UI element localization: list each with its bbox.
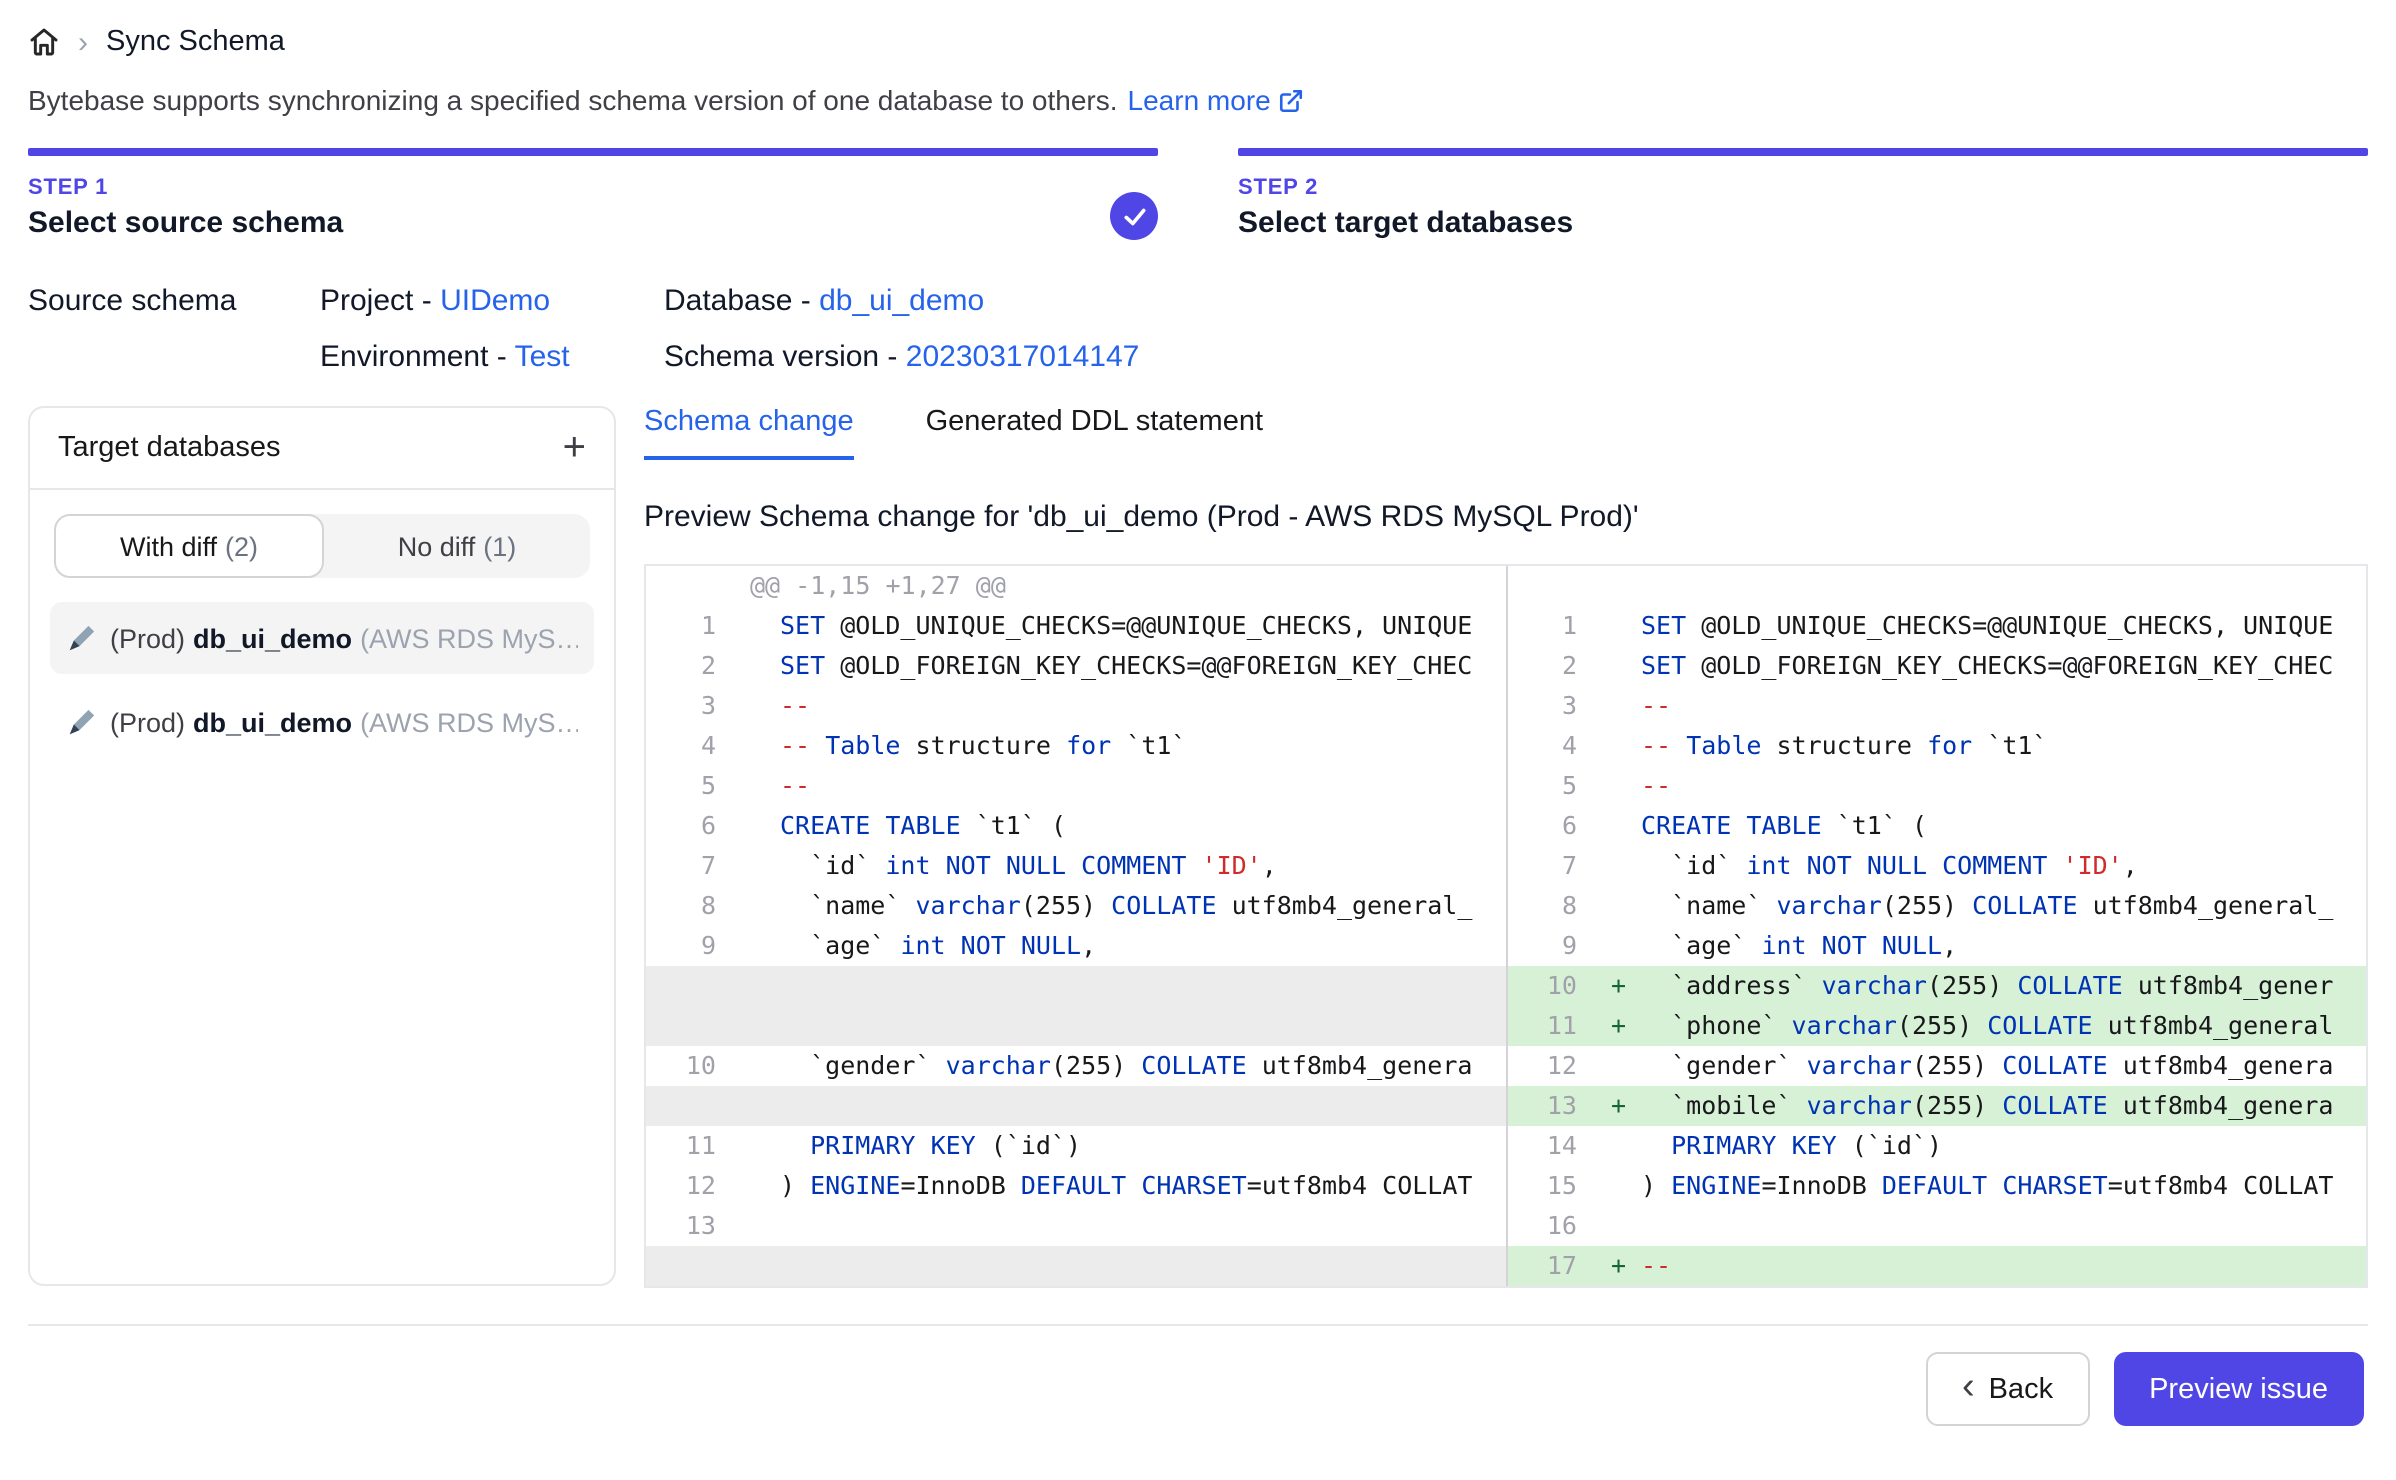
- app-window: › Sync Schema Bytebase supports synchron…: [0, 0, 2396, 1480]
- step-2: STEP 2 Select target databases: [1238, 148, 2368, 240]
- tab-schema-change[interactable]: Schema change: [644, 406, 854, 460]
- preview-tabs: Schema change Generated DDL statement: [644, 406, 2368, 460]
- target-db-item-1[interactable]: (Prod) db_ui_demo (AWS RDS MyS…: [50, 602, 594, 674]
- diff-row: 10+ `address` varchar(255) COLLATE utf8m…: [646, 966, 2366, 1006]
- step-2-label: STEP 2: [1238, 176, 2368, 200]
- db-detail: (AWS RDS MyS…: [360, 623, 578, 653]
- environment-link[interactable]: Test: [515, 340, 570, 374]
- diff-row: 5--5--: [646, 766, 2366, 806]
- database-engine-icon: [66, 623, 96, 653]
- breadcrumb: › Sync Schema: [28, 20, 2368, 64]
- diff-row: 1SET @OLD_UNIQUE_CHECKS=@@UNIQUE_CHECKS,…: [646, 606, 2366, 646]
- diff-row: @@ -1,15 +1,27 @@: [646, 566, 2366, 606]
- schema-version-field: Schema version - 20230317014147: [664, 340, 2368, 374]
- diff-row: 6CREATE TABLE `t1` (6CREATE TABLE `t1` (: [646, 806, 2366, 846]
- footer-actions: ‹ Back Preview issue: [28, 1326, 2368, 1426]
- diff-row: 10 `gender` varchar(255) COLLATE utf8mb4…: [646, 1046, 2366, 1086]
- project-link[interactable]: UIDemo: [440, 284, 550, 318]
- db-env: (Prod): [110, 707, 185, 737]
- database-engine-icon: [66, 707, 96, 737]
- source-schema-summary: Source schema Project - UIDemo Database …: [28, 284, 2368, 374]
- db-name: db_ui_demo: [193, 623, 352, 653]
- diff-row: 12) ENGINE=InnoDB DEFAULT CHARSET=utf8mb…: [646, 1166, 2366, 1206]
- project-field: Project - UIDemo: [320, 284, 664, 318]
- target-db-list: (Prod) db_ui_demo (AWS RDS MyS… (Prod) d…: [30, 594, 614, 766]
- database-link[interactable]: db_ui_demo: [819, 284, 984, 318]
- diff-row: 8 `name` varchar(255) COLLATE utf8mb4_ge…: [646, 886, 2366, 926]
- diff-row: 7 `id` int NOT NULL COMMENT 'ID',7 `id` …: [646, 846, 2366, 886]
- step-2-title: Select target databases: [1238, 206, 2368, 240]
- tab-no-diff[interactable]: No diff (1): [324, 514, 590, 578]
- diff-row: 13+ `mobile` varchar(255) COLLATE utf8mb…: [646, 1086, 2366, 1126]
- preview-issue-button[interactable]: Preview issue: [2113, 1352, 2364, 1426]
- diff-row: 11 PRIMARY KEY (`id`)14 PRIMARY KEY (`id…: [646, 1126, 2366, 1166]
- step-2-progress-bar: [1238, 148, 2368, 156]
- preview-section: Schema change Generated DDL statement Pr…: [644, 406, 2368, 1288]
- diff-row: 4-- Table structure for `t1`4-- Table st…: [646, 726, 2366, 766]
- intro-description: Bytebase supports synchronizing a specif…: [28, 84, 1118, 116]
- step-1-completed-check-icon: [1110, 192, 1158, 240]
- page-title: Sync Schema: [106, 26, 285, 58]
- chevron-right-icon: ›: [78, 27, 88, 57]
- stepper: STEP 1 Select source schema STEP 2 Selec…: [28, 148, 2368, 240]
- tab-generated-ddl[interactable]: Generated DDL statement: [926, 406, 1263, 460]
- target-databases-panel: Target databases + With diff (2) No diff…: [28, 406, 616, 1286]
- external-link-icon: [1279, 87, 1305, 113]
- back-button[interactable]: ‹ Back: [1926, 1352, 2089, 1426]
- diff-row: 1316: [646, 1206, 2366, 1246]
- diff-row: 11+ `phone` varchar(255) COLLATE utf8mb4…: [646, 1006, 2366, 1046]
- target-databases-title: Target databases: [58, 432, 281, 464]
- home-icon[interactable]: [28, 26, 60, 58]
- add-target-database-button[interactable]: +: [563, 428, 586, 468]
- schema-version-link[interactable]: 20230317014147: [906, 340, 1140, 374]
- intro-text: Bytebase supports synchronizing a specif…: [28, 84, 2368, 116]
- diff-row: 17+--: [646, 1246, 2366, 1286]
- source-schema-label-spacer: [28, 340, 320, 374]
- step-1-title: Select source schema: [28, 206, 1158, 240]
- db-detail: (AWS RDS MyS…: [360, 707, 578, 737]
- environment-field: Environment - Test: [320, 340, 664, 374]
- db-env: (Prod): [110, 623, 185, 653]
- diff-row: 2SET @OLD_FOREIGN_KEY_CHECKS=@@FOREIGN_K…: [646, 646, 2366, 686]
- preview-title: Preview Schema change for 'db_ui_demo (P…: [644, 500, 2368, 534]
- schema-diff-viewer[interactable]: @@ -1,15 +1,27 @@1SET @OLD_UNIQUE_CHECKS…: [644, 564, 2368, 1288]
- tab-with-diff[interactable]: With diff (2): [54, 514, 324, 578]
- database-field: Database - db_ui_demo: [664, 284, 2368, 318]
- diff-filter-tabs: With diff (2) No diff (1): [54, 514, 590, 578]
- target-databases-header: Target databases +: [30, 408, 614, 490]
- diff-row: 3--3--: [646, 686, 2366, 726]
- step-1-label: STEP 1: [28, 176, 1158, 200]
- chevron-left-icon: ‹: [1962, 1368, 1975, 1406]
- source-schema-label: Source schema: [28, 284, 320, 318]
- target-db-item-2[interactable]: (Prod) db_ui_demo (AWS RDS MyS…: [50, 686, 594, 758]
- step-1: STEP 1 Select source schema: [28, 148, 1158, 240]
- db-name: db_ui_demo: [193, 707, 352, 737]
- learn-more-link[interactable]: Learn more: [1128, 84, 1305, 116]
- step-1-progress-bar: [28, 148, 1158, 156]
- diff-row: 9 `age` int NOT NULL,9 `age` int NOT NUL…: [646, 926, 2366, 966]
